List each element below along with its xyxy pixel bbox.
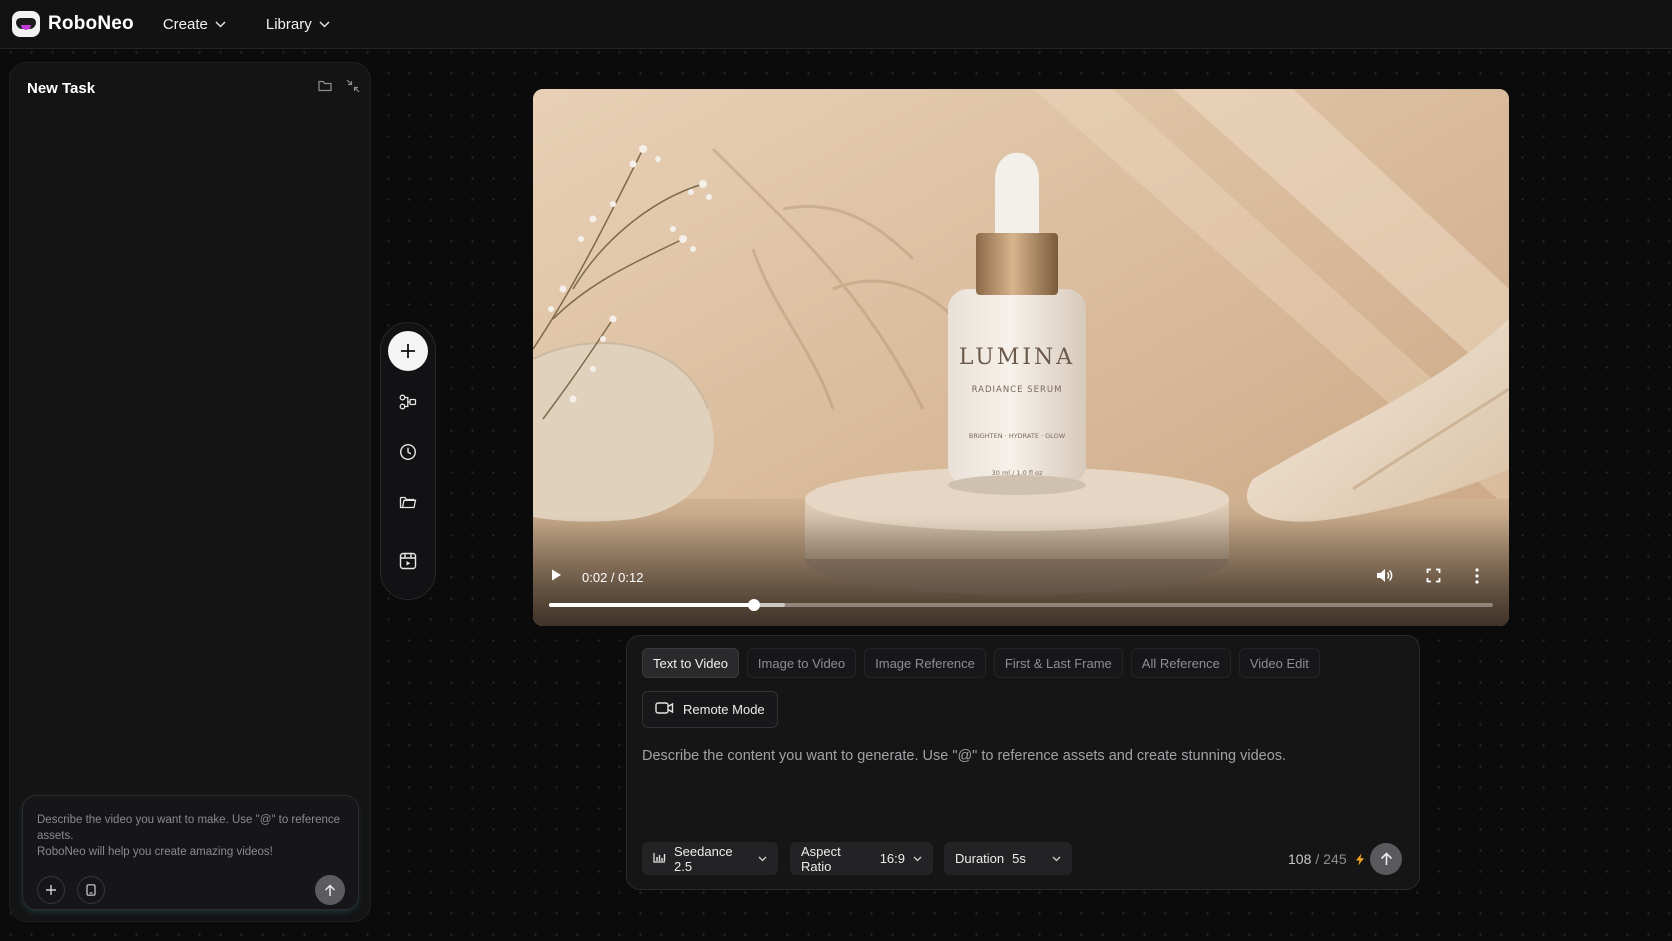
fullscreen-icon[interactable]: [1426, 568, 1441, 588]
aspect-ratio-select[interactable]: Aspect Ratio 16:9: [790, 842, 933, 875]
chat-input-placeholder: Describe the video you want to make. Use…: [37, 812, 347, 860]
nav-create-label: Create: [162, 15, 208, 33]
history-icon[interactable]: [397, 441, 419, 463]
tab-text-to-video[interactable]: Text to Video: [642, 648, 739, 678]
logo[interactable]: RoboNeo: [12, 11, 134, 37]
video-camera-icon: [655, 701, 674, 718]
play-icon[interactable]: [549, 568, 563, 587]
credits-total: 245: [1323, 851, 1347, 867]
credits-used: 108: [1288, 851, 1312, 867]
chevron-down-icon: [1052, 856, 1061, 862]
send-button[interactable]: [315, 875, 345, 905]
logo-icon: [12, 11, 40, 37]
tab-video-edit[interactable]: Video Edit: [1238, 648, 1320, 678]
workflow-icon[interactable]: [397, 391, 419, 413]
chevron-down-icon: [758, 856, 767, 862]
chevron-down-icon: [319, 20, 330, 28]
product-tagline: BRIGHTEN · HYDRATE · GLOW: [969, 432, 1066, 440]
folder-icon[interactable]: [318, 79, 332, 93]
generate-button[interactable]: [1370, 843, 1402, 875]
prompt-input[interactable]: [642, 748, 1402, 808]
remote-mode-label: Remote Mode: [683, 702, 765, 717]
product-name: RADIANCE SERUM: [972, 385, 1063, 395]
nav-library[interactable]: Library: [266, 16, 330, 33]
lightning-icon: [1355, 853, 1365, 866]
video-controls: [533, 516, 1509, 626]
chat-placeholder-line1: Describe the video you want to make. Use…: [37, 814, 341, 842]
tab-image-to-video[interactable]: Image to Video: [746, 648, 857, 678]
credit-counter: 108/245: [1288, 851, 1365, 867]
video-progress-fill: [549, 603, 754, 607]
chevron-down-icon: [215, 20, 226, 28]
task-title: New Task: [27, 80, 96, 97]
chat-placeholder-line2: RoboNeo will help you create amazing vid…: [37, 846, 273, 858]
generation-panel: Text to Video Image to Video Image Refer…: [626, 635, 1420, 890]
product-brand: LUMINA: [959, 345, 1075, 370]
aspect-ratio-label: Aspect Ratio: [801, 843, 841, 874]
aspect-ratio-value: 16:9: [879, 851, 905, 866]
nav-library-label: Library: [265, 15, 312, 33]
credits-separator: /: [1315, 851, 1320, 867]
duration-value: 5s: [1012, 851, 1026, 866]
duration-label: Duration: [955, 851, 1005, 866]
mode-tabs: Text to Video Image to Video Image Refer…: [642, 648, 1320, 678]
duration-select[interactable]: Duration 5s: [944, 842, 1072, 875]
tab-image-reference[interactable]: Image Reference: [864, 648, 986, 678]
video-progress-track[interactable]: [549, 599, 1493, 611]
more-options-icon[interactable]: [1474, 568, 1480, 589]
add-attachment-button[interactable]: [37, 876, 65, 904]
volume-icon[interactable]: [1376, 568, 1393, 588]
tab-first-last-frame[interactable]: First & Last Frame: [993, 648, 1123, 678]
folder-icon[interactable]: [397, 491, 419, 513]
chat-input[interactable]: Describe the video you want to make. Use…: [22, 795, 359, 910]
bar-chart-icon: [653, 851, 666, 866]
device-button[interactable]: [77, 876, 105, 904]
model-value: Seedance 2.5: [674, 843, 733, 874]
model-select[interactable]: Seedance 2.5: [642, 842, 778, 875]
video-scrubber[interactable]: [747, 599, 760, 611]
task-panel: New Task Describe the video you want to …: [9, 62, 371, 922]
tab-all-reference[interactable]: All Reference: [1130, 648, 1231, 678]
product-volume: 30 ml / 1.0 fl oz: [992, 469, 1043, 477]
remote-mode-button[interactable]: Remote Mode: [642, 691, 778, 728]
chevron-down-icon: [913, 856, 922, 862]
gallery-icon[interactable]: [397, 550, 419, 572]
nav-create[interactable]: Create: [163, 16, 226, 33]
top-bar: RoboNeo Create Library: [0, 0, 1672, 49]
vertical-toolbar: [380, 322, 436, 600]
video-time: 0:02 / 0:12: [582, 570, 644, 585]
collapse-icon[interactable]: [346, 79, 360, 93]
app-name: RoboNeo: [48, 13, 134, 34]
video-player[interactable]: LUMINA RADIANCE SERUM BRIGHTEN · HYDRATE…: [533, 89, 1509, 626]
add-button[interactable]: [388, 331, 428, 371]
